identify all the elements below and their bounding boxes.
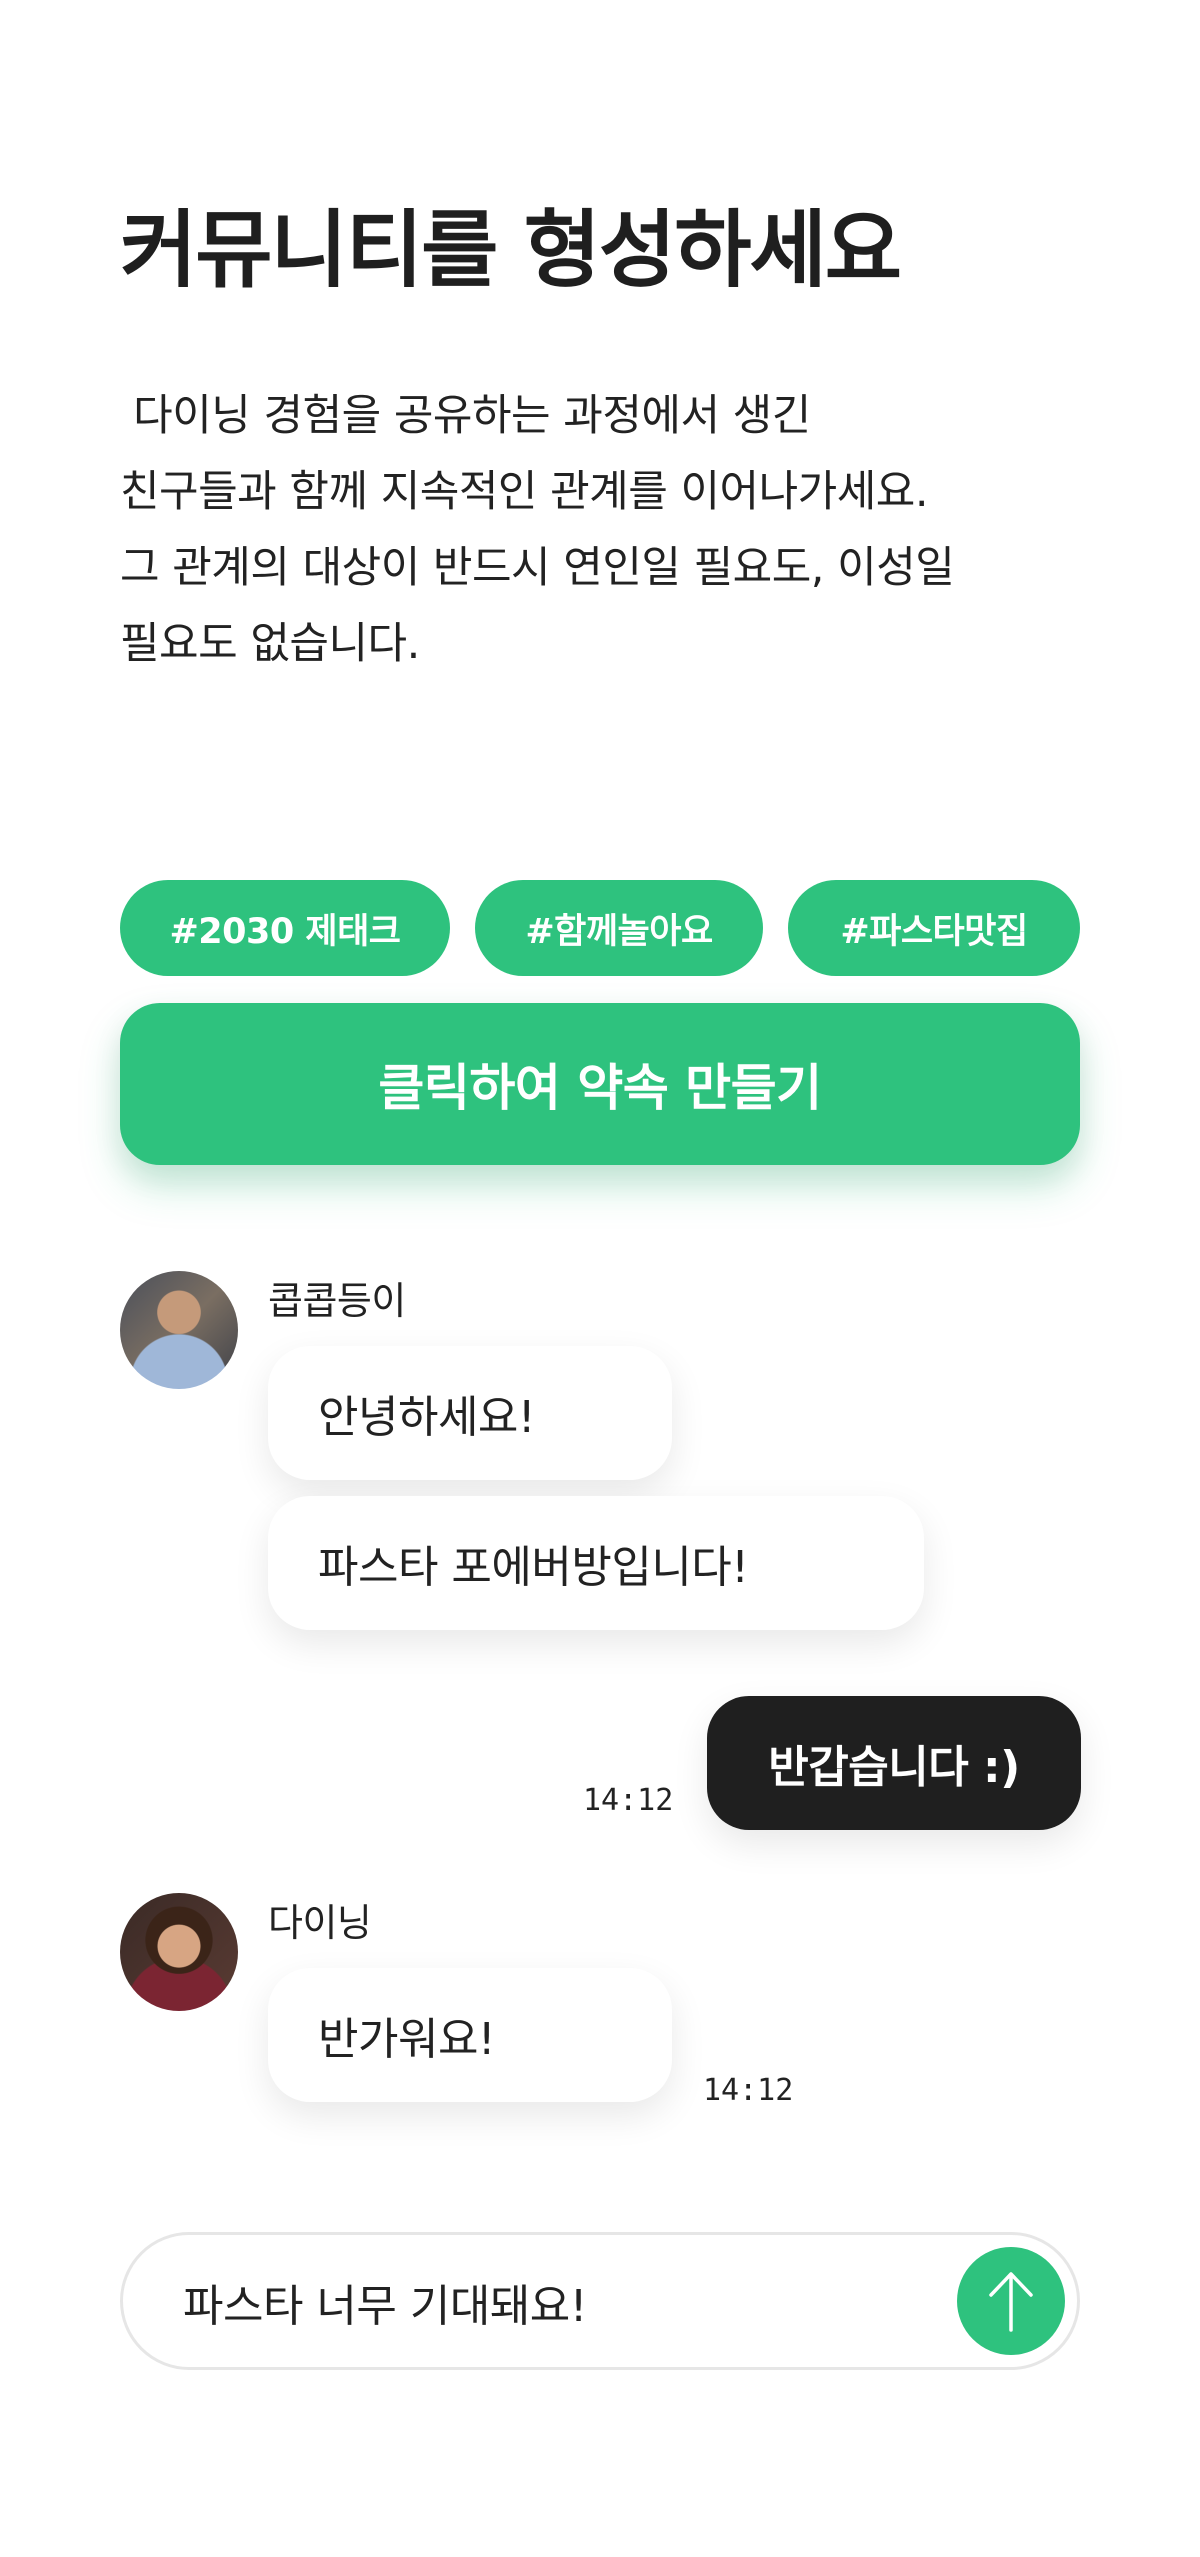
send-button[interactable]: [957, 2247, 1065, 2355]
message-bubble: 안녕하세요!: [268, 1346, 672, 1480]
community-screen: 커뮤니티를 형성하세요 다이닝 경험을 공유하는 과정에서 생긴 친구들과 함께…: [0, 0, 1200, 2557]
description-line: 다이닝 경험을 공유하는 과정에서 생긴: [120, 391, 811, 441]
message-time: 14:12: [583, 1783, 674, 1818]
sender-name: 콥콥등이: [268, 1279, 406, 1323]
message-time: 14:12: [703, 2073, 794, 2108]
message-bubble: 반가워요!: [268, 1968, 672, 2102]
page-title: 커뮤니티를 형성하세요: [120, 201, 902, 299]
tag-chip-pasta[interactable]: #파스타맛집: [788, 880, 1080, 976]
my-message-bubble: 반갑습니다 :): [707, 1696, 1081, 1830]
message-input[interactable]: [181, 2235, 945, 2369]
description-line: 친구들과 함께 지속적인 관계를 이어나가세요.: [120, 467, 928, 517]
tag-list: #2030 제태크 #함께놀아요 #파스타맛집: [120, 880, 1080, 976]
tag-chip-play-together[interactable]: #함께놀아요: [475, 880, 763, 976]
page-description: 다이닝 경험을 공유하는 과정에서 생긴 친구들과 함께 지속적인 관계를 이어…: [120, 378, 1080, 682]
arrow-up-icon: [989, 2272, 1033, 2332]
description-line: 그 관계의 대상이 반드시 연인일 필요도, 이성일: [120, 543, 955, 593]
create-appointment-button[interactable]: 클릭하여 약속 만들기: [120, 1003, 1080, 1165]
description-line: 필요도 없습니다.: [120, 619, 420, 669]
sender-name: 다이닝: [268, 1901, 372, 1945]
message-composer: [120, 2232, 1080, 2370]
avatar[interactable]: [120, 1271, 238, 1389]
tag-chip-2030-finance[interactable]: #2030 제태크: [120, 880, 450, 976]
message-bubble: 파스타 포에버방입니다!: [268, 1496, 924, 1630]
avatar[interactable]: [120, 1893, 238, 2011]
